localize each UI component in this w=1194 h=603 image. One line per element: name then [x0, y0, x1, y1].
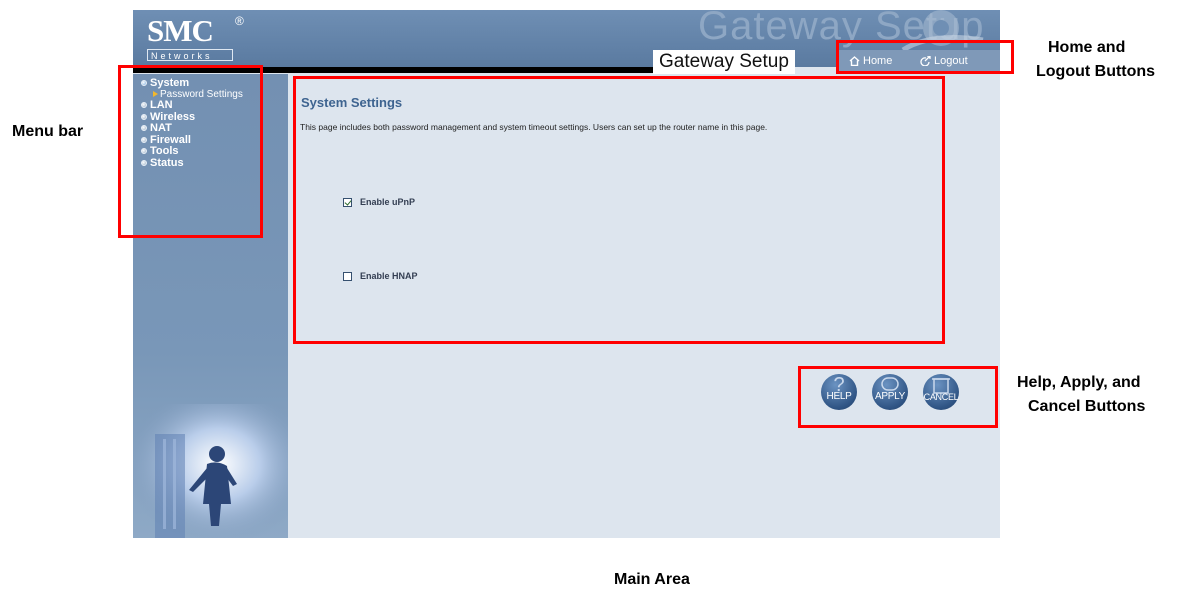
bullet-icon	[141, 159, 147, 166]
sidebar-item-label: Wireless	[150, 110, 196, 123]
sidebar-item-label: Status	[150, 156, 184, 169]
main-area-callout: Main Area	[614, 571, 690, 588]
actions-callout-line2: Cancel Buttons	[1028, 398, 1146, 415]
bullet-icon	[141, 136, 147, 143]
page-header-title: Gateway Setup	[653, 50, 795, 74]
sidebar-item-firewall[interactable]: Firewall	[141, 134, 243, 146]
enable-upnp-label: Enable uPnP	[360, 197, 416, 207]
sidebar-subitem-password-settings[interactable]: Password Settings	[141, 89, 243, 100]
bullet-icon	[141, 102, 147, 109]
top-nav: Home Logout	[839, 50, 1000, 74]
logout-button[interactable]: Logout	[920, 55, 968, 67]
apply-button[interactable]: APPLY	[872, 374, 908, 410]
apply-label: APPLY	[875, 391, 905, 402]
enable-hnap-checkbox[interactable]	[343, 271, 352, 281]
bullet-icon	[141, 113, 147, 120]
header-divider	[133, 67, 653, 73]
bullet-icon	[141, 79, 147, 86]
cancel-button[interactable]: CANCEL	[923, 374, 959, 410]
sidebar-item-label: LAN	[150, 99, 173, 112]
help-button[interactable]: ? HELP	[821, 374, 857, 410]
networks-logo-subtitle: Networks	[147, 49, 233, 61]
sidebar-item-label: Tools	[150, 145, 179, 158]
help-label: HELP	[826, 391, 852, 402]
sidebar: System Password Settings LAN Wireless NA…	[133, 74, 288, 538]
logout-label: Logout	[934, 55, 968, 67]
main-area: System Settings This page includes both …	[288, 74, 1000, 538]
bullet-icon	[141, 148, 147, 155]
sidebar-item-nat[interactable]: NAT	[141, 122, 243, 135]
sidebar-subitem-label: Password Settings	[160, 88, 243, 100]
home-button[interactable]: Home	[849, 55, 892, 67]
enable-hnap-row: Enable HNAP	[343, 271, 418, 281]
gear-icon	[901, 10, 984, 53]
sidebar-item-label: NAT	[150, 122, 172, 135]
logout-icon	[920, 56, 931, 66]
smc-logo: SMC	[147, 13, 214, 48]
mouse-icon	[881, 377, 899, 391]
page-title: System Settings	[301, 95, 403, 110]
actions-callout-line1: Help, Apply, and	[1017, 374, 1141, 391]
arrow-icon	[153, 91, 158, 97]
router-ui-window: SMC ® Networks Gateway Setup Gateway Set…	[133, 4, 1000, 538]
sidebar-item-wireless[interactable]: Wireless	[141, 111, 243, 123]
home-icon	[849, 56, 860, 66]
cancel-label: CANCEL	[923, 392, 959, 402]
sidebar-item-status[interactable]: Status	[141, 157, 243, 169]
sidebar-item-label: Firewall	[150, 133, 191, 146]
bullet-icon	[141, 125, 147, 132]
person-illustration	[133, 404, 288, 538]
home-logout-callout-line1: Home and	[1048, 39, 1126, 56]
sidebar-item-system[interactable]: System	[141, 77, 243, 89]
page-description: This page includes both password managem…	[300, 122, 768, 132]
sidebar-item-label: System	[150, 76, 190, 89]
menu-bar-callout: Menu bar	[12, 123, 84, 140]
home-logout-callout-line2: Logout Buttons	[1036, 63, 1156, 80]
menu-bar: System Password Settings LAN Wireless NA…	[141, 77, 243, 169]
registered-mark: ®	[235, 14, 244, 28]
enable-hnap-label: Enable HNAP	[360, 271, 418, 281]
sidebar-item-lan[interactable]: LAN	[141, 99, 243, 112]
enable-upnp-row: Enable uPnP	[343, 197, 415, 207]
home-label: Home	[863, 55, 893, 67]
enable-upnp-checkbox[interactable]	[343, 197, 352, 207]
sidebar-item-tools[interactable]: Tools	[141, 145, 243, 158]
